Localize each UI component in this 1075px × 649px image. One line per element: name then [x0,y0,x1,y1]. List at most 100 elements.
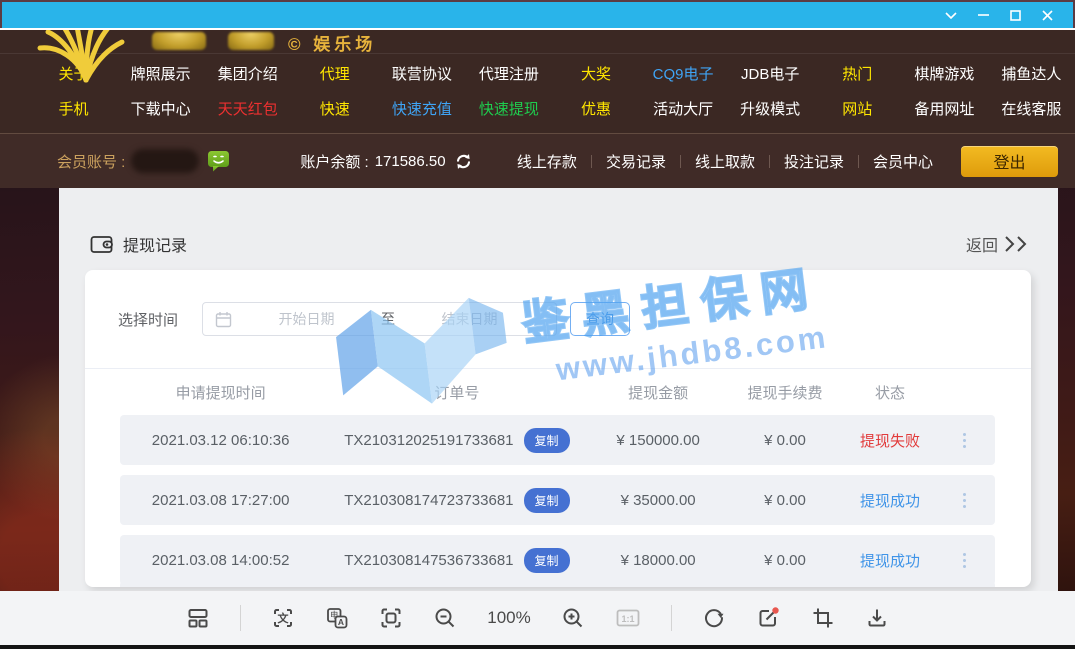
search-button[interactable]: 查询 [570,302,630,336]
viewer-toolbar: 文 电 A 100% [0,591,1075,645]
link-member-center[interactable]: 会员中心 [859,151,947,172]
cell-fee: ¥ 0.00 [724,552,847,569]
row-menu-dots-icon[interactable] [934,493,995,508]
balance: 账户余额 : 171586.50 [300,151,445,172]
ocr-text-scan-icon[interactable]: 文 [271,606,295,630]
fit-fullscreen-icon[interactable] [379,606,403,630]
svg-text:1:1: 1:1 [621,614,634,624]
brand-suffix: © 娱乐场 [288,30,376,55]
records-card: 选择时间 开始日期 至 结束日期 查询 [85,270,1031,587]
nav-fast-withdraw[interactable]: 快速提现 [465,98,552,119]
table-header: 申请提现时间 订单号 提现金额 提现手续费 状态 [85,369,1031,415]
nav-backup-url[interactable]: 备用网址 [901,98,988,119]
status-badge: 提现成功 [846,490,934,511]
row-menu-dots-icon[interactable] [934,433,995,448]
cell-order: TX210308147536733681 复制 [321,548,592,573]
maximize-icon[interactable] [999,3,1031,27]
start-date-placeholder[interactable]: 开始日期 [232,309,381,329]
end-date-placeholder[interactable]: 结束日期 [395,309,544,329]
nav-jackpot[interactable]: 大奖 [552,63,639,84]
nav-activity-hall[interactable]: 活动大厅 [640,98,727,119]
close-icon[interactable] [1031,3,1063,27]
nav-agent-register[interactable]: 代理注册 [465,63,552,84]
copy-button[interactable]: 复制 [524,428,570,453]
svg-text:文: 文 [278,611,290,625]
nav-upgrade-mode[interactable]: 升级模式 [727,98,814,119]
nav-joint-agreement[interactable]: 联营协议 [378,63,465,84]
order-number: TX210312025191733681 [344,432,513,449]
nav-promo[interactable]: 优惠 [552,98,639,119]
nav-download-center[interactable]: 下载中心 [117,98,204,119]
page-title-text: 提现记录 [123,232,187,256]
divider [240,605,241,631]
records-table: 申请提现时间 订单号 提现金额 提现手续费 状态 2021.03.12 06:1… [85,368,1031,585]
app-window: © 娱乐场 关于 牌照展示 集团介绍 代理 联营协议 代理注册 大奖 CQ9电子… [0,0,1075,649]
back-link[interactable]: 返回 [966,232,1030,256]
rotate-icon[interactable] [702,606,726,630]
order-number: TX210308174723733681 [344,492,513,509]
filter-label: 选择时间 [118,309,178,330]
nav-board-games[interactable]: 棋牌游戏 [901,63,988,84]
header-fee: 提现手续费 [724,382,847,403]
nav-website[interactable]: 网站 [814,98,901,119]
bottom-border [0,645,1075,649]
sunburst-logo-icon [28,30,138,84]
edit-annotate-icon[interactable] [756,606,781,630]
copy-button[interactable]: 复制 [524,488,570,513]
cell-order: TX210308174723733681 复制 [321,488,592,513]
cell-fee: ¥ 0.00 [724,492,847,509]
zoom-out-icon[interactable] [433,606,457,630]
nav-fishing[interactable]: 捕鱼达人 [988,63,1075,84]
copy-button[interactable]: 复制 [524,548,570,573]
account-bar: 会员账号 : 账户余额 : 171586.50 线上存款 [0,133,1075,188]
panels-layout-icon[interactable] [186,606,210,630]
logout-button[interactable]: 登出 [961,146,1058,177]
svg-text:A: A [338,617,344,627]
cell-fee: ¥ 0.00 [724,432,847,449]
cell-time: 2021.03.08 17:27:00 [120,492,321,509]
nav-red-packet[interactable]: 天天红包 [204,98,291,119]
logo-row: © 娱乐场 [0,30,1075,54]
link-online-withdraw[interactable]: 线上取款 [681,151,769,172]
nav-cq9[interactable]: CQ9电子 [640,63,727,84]
table-row: 2021.03.08 17:27:00 TX210308174723733681… [120,475,995,525]
cell-time: 2021.03.12 06:10:36 [120,432,321,449]
member-account-label: 会员账号 : [57,151,125,172]
nav-group-intro[interactable]: 集团介绍 [204,63,291,84]
nav-jdb[interactable]: JDB电子 [727,63,814,84]
chat-icon[interactable] [207,150,230,172]
header-apply-time: 申请提现时间 [120,382,321,403]
date-range-input[interactable]: 开始日期 至 结束日期 [202,302,557,336]
balance-value: 171586.50 [375,153,446,170]
nav-agent[interactable]: 代理 [291,63,378,84]
nav-fast[interactable]: 快速 [291,98,378,119]
crop-icon[interactable] [811,606,835,630]
cell-amount: ¥ 150000.00 [593,432,724,449]
header-order-no: 订单号 [321,382,592,403]
withdraw-records-panel: 提现记录 返回 选择时间 [59,188,1058,591]
nav-hot[interactable]: 热门 [814,63,901,84]
member-name-blurred [131,149,199,173]
nav-mobile[interactable]: 手机 [30,98,117,119]
link-transaction-records[interactable]: 交易记录 [592,151,680,172]
link-online-deposit[interactable]: 线上存款 [503,151,591,172]
collapse-chevron-icon[interactable] [935,3,967,27]
table-row-partial [120,581,995,587]
refresh-balance-icon[interactable] [454,152,473,171]
status-badge: 提现失败 [846,430,934,451]
row-menu-dots-icon[interactable] [934,553,995,568]
cell-time: 2021.03.08 14:00:52 [120,552,321,569]
cell-order: TX210312025191733681 复制 [321,428,592,453]
minimize-icon[interactable] [967,3,999,27]
download-icon[interactable] [865,606,889,630]
nav-online-service[interactable]: 在线客服 [988,98,1075,119]
zoom-in-icon[interactable] [561,606,585,630]
order-number: TX210308147536733681 [344,552,513,569]
page-title: 提现记录 [90,232,187,256]
date-separator: 至 [381,309,395,329]
one-to-one-icon[interactable]: 1:1 [615,606,641,630]
link-bet-records[interactable]: 投注记录 [770,151,858,172]
translate-icon[interactable]: 电 A [325,606,349,630]
panel-head: 提现记录 返回 [59,188,1058,256]
nav-fast-deposit[interactable]: 快速充值 [378,98,465,119]
